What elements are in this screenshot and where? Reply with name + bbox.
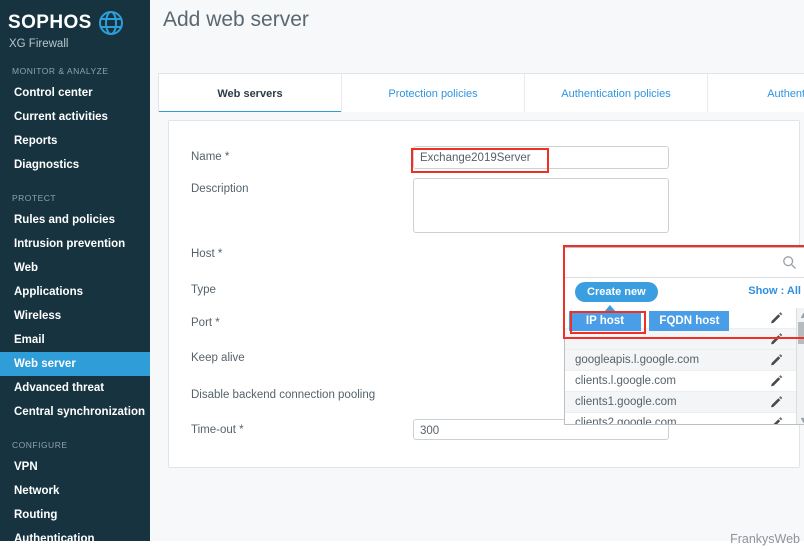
brand-product: XG Firewall — [9, 38, 69, 50]
tab-bar-divider — [158, 112, 804, 120]
sidebar-item-control-center[interactable]: Control center — [0, 81, 150, 105]
pencil-icon[interactable] — [770, 353, 783, 366]
popover-arrow-icon — [604, 305, 616, 312]
sidebar-item-reports[interactable]: Reports — [0, 129, 150, 153]
pencil-icon[interactable] — [770, 374, 783, 387]
watermark: FrankysWeb — [730, 532, 800, 546]
list-item-label: clients2.google.com — [575, 417, 677, 425]
list-item[interactable]: clients.l.google.com — [565, 371, 804, 392]
host-select-dropdown: Create new Show : All googleapis.l.googl — [564, 247, 804, 425]
list-item-label: clients.l.google.com — [575, 375, 676, 387]
sidebar-item-rules-and-policies[interactable]: Rules and policies — [0, 208, 150, 232]
pencil-icon[interactable] — [770, 332, 783, 345]
description-textarea[interactable] — [413, 178, 669, 233]
sidebar-item-advanced-threat[interactable]: Advanced threat — [0, 376, 150, 400]
name-input[interactable]: Exchange2019Server — [413, 146, 669, 169]
sidebar-item-routing[interactable]: Routing — [0, 503, 150, 527]
pencil-icon[interactable] — [770, 416, 783, 425]
sidebar-item-applications[interactable]: Applications — [0, 280, 150, 304]
label-timeout: Time-out * — [191, 424, 244, 436]
brand-name: SOPHOS — [8, 12, 92, 33]
sidebar-item-wireless[interactable]: Wireless — [0, 304, 150, 328]
chevron-down-icon[interactable]: ▼ — [797, 413, 804, 425]
nav-group-monitor-title: MONITOR & ANALYZE — [12, 66, 109, 76]
tab-authentication-policies[interactable]: Authentication policies — [525, 74, 708, 113]
sidebar-item-vpn[interactable]: VPN — [0, 455, 150, 479]
list-item-label: googleapis.l.google.com — [575, 354, 700, 366]
tab-web-servers[interactable]: Web servers — [159, 74, 342, 114]
main-content: Add web server Web servers Protection po… — [150, 0, 804, 550]
sidebar-item-intrusion-prevention[interactable]: Intrusion prevention — [0, 232, 150, 256]
host-list-scrollbar[interactable]: ▲ ▼ — [796, 308, 804, 425]
list-item-label — [575, 333, 578, 345]
sidebar-item-diagnostics[interactable]: Diagnostics — [0, 153, 150, 177]
brand-logo: SOPHOS XG Firewall — [0, 0, 150, 50]
search-icon — [783, 256, 796, 269]
tab-bar: Web servers Protection policies Authenti… — [158, 73, 804, 114]
bottom-strip — [0, 541, 804, 550]
tab-protection-policies[interactable]: Protection policies — [342, 74, 525, 113]
ip-host-button[interactable]: IP host — [569, 311, 641, 331]
sidebar-item-network[interactable]: Network — [0, 479, 150, 503]
list-item[interactable] — [565, 329, 804, 350]
sidebar: SOPHOS XG Firewall MONITOR & ANALYZE Con… — [0, 0, 150, 550]
pencil-icon[interactable] — [770, 311, 783, 324]
list-item[interactable]: clients1.google.com — [565, 392, 804, 413]
nav-group-protect-title: PROTECT — [12, 193, 57, 203]
page-title: Add web server — [163, 8, 309, 31]
host-type-choice-popover: IP host FQDN host — [569, 305, 730, 331]
sidebar-item-web[interactable]: Web — [0, 256, 150, 280]
list-item-label: clients1.google.com — [575, 396, 677, 408]
sidebar-item-email[interactable]: Email — [0, 328, 150, 352]
sidebar-item-web-server[interactable]: Web server — [0, 352, 150, 376]
nav-group-configure-title: CONFIGURE — [12, 440, 68, 450]
tab-authentication-templates[interactable]: Authenticatio — [708, 74, 804, 113]
label-description: Description — [191, 183, 249, 195]
list-item[interactable]: clients2.google.com — [565, 413, 804, 425]
label-keep-alive: Keep alive — [191, 352, 245, 364]
label-name: Name * — [191, 151, 230, 163]
pencil-icon[interactable] — [770, 395, 783, 408]
sidebar-item-central-synchronization[interactable]: Central synchronization — [0, 400, 150, 424]
list-item[interactable]: googleapis.l.google.com — [565, 350, 804, 371]
sidebar-item-current-activities[interactable]: Current activities — [0, 105, 150, 129]
host-dropdown-toolbar: Create new Show : All — [565, 278, 804, 308]
label-type: Type — [191, 284, 216, 296]
globe-icon — [98, 11, 123, 35]
fqdn-host-button[interactable]: FQDN host — [649, 311, 730, 331]
label-disable-backend-connection-pooling: Disable backend connection pooling — [191, 389, 376, 401]
label-host: Host * — [191, 248, 223, 260]
show-filter-link[interactable]: Show : All — [748, 285, 801, 297]
chevron-up-icon[interactable]: ▲ — [797, 308, 804, 321]
scrollbar-thumb[interactable] — [798, 322, 804, 344]
create-new-button[interactable]: Create new — [575, 282, 658, 302]
label-port: Port * — [191, 317, 220, 329]
host-search-row[interactable] — [565, 248, 804, 278]
